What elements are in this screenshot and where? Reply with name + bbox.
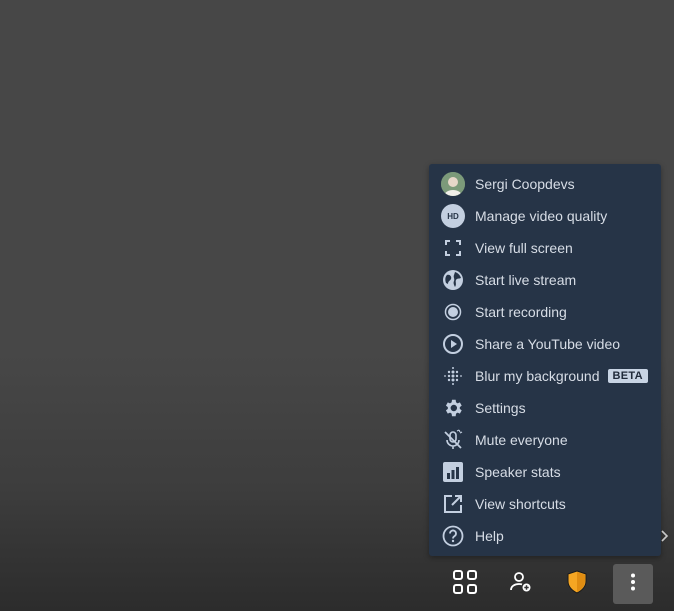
blur-icon bbox=[441, 364, 465, 388]
tile-view-button[interactable] bbox=[445, 564, 485, 604]
menu-item-label: Blur my background bbox=[475, 368, 600, 384]
menu-item-label: View shortcuts bbox=[475, 496, 566, 512]
menu-item-video-quality[interactable]: HD Manage video quality bbox=[429, 200, 661, 232]
menu-item-blur-background[interactable]: Blur my background BETA bbox=[429, 360, 661, 392]
invite-button[interactable] bbox=[501, 564, 541, 604]
avatar bbox=[441, 172, 465, 196]
external-link-icon bbox=[441, 492, 465, 516]
play-circle-icon bbox=[441, 332, 465, 356]
menu-item-label: Start recording bbox=[475, 304, 567, 320]
bar-chart-icon bbox=[441, 460, 465, 484]
menu-item-label: View full screen bbox=[475, 240, 573, 256]
add-person-icon bbox=[509, 570, 533, 599]
mic-off-icon bbox=[441, 428, 465, 452]
menu-item-mute-everyone[interactable]: Mute everyone bbox=[429, 424, 661, 456]
beta-badge: BETA bbox=[607, 369, 648, 383]
menu-item-speaker-stats[interactable]: Speaker stats bbox=[429, 456, 661, 488]
menu-item-label: Manage video quality bbox=[475, 208, 608, 224]
menu-item-label: Speaker stats bbox=[475, 464, 561, 480]
menu-item-shortcuts[interactable]: View shortcuts bbox=[429, 488, 661, 520]
menu-item-label: Sergi Coopdevs bbox=[475, 176, 575, 192]
more-actions-button[interactable] bbox=[613, 564, 653, 604]
security-options-button[interactable] bbox=[557, 564, 597, 604]
menu-item-recording[interactable]: Start recording bbox=[429, 296, 661, 328]
gear-icon bbox=[441, 396, 465, 420]
menu-item-label: Start live stream bbox=[475, 272, 577, 288]
overflow-menu: Sergi Coopdevs HD Manage video quality V… bbox=[429, 164, 661, 556]
menu-item-label: Share a YouTube video bbox=[475, 336, 621, 352]
more-vertical-icon bbox=[630, 573, 636, 596]
fullscreen-icon bbox=[441, 236, 465, 260]
menu-item-label: Settings bbox=[475, 400, 526, 416]
grid-icon bbox=[452, 569, 478, 600]
menu-item-profile[interactable]: Sergi Coopdevs bbox=[429, 168, 661, 200]
chevron-right-icon[interactable] bbox=[659, 528, 671, 544]
menu-item-label: Help bbox=[475, 528, 504, 544]
menu-item-fullscreen[interactable]: View full screen bbox=[429, 232, 661, 264]
hd-icon: HD bbox=[441, 204, 465, 228]
menu-item-live-stream[interactable]: Start live stream bbox=[429, 264, 661, 296]
menu-item-help[interactable]: Help bbox=[429, 520, 661, 552]
record-icon bbox=[441, 300, 465, 324]
menu-item-settings[interactable]: Settings bbox=[429, 392, 661, 424]
menu-item-label: Mute everyone bbox=[475, 432, 568, 448]
help-icon bbox=[441, 524, 465, 548]
globe-icon bbox=[441, 268, 465, 292]
menu-item-share-youtube[interactable]: Share a YouTube video bbox=[429, 328, 661, 360]
shield-icon bbox=[566, 569, 588, 599]
